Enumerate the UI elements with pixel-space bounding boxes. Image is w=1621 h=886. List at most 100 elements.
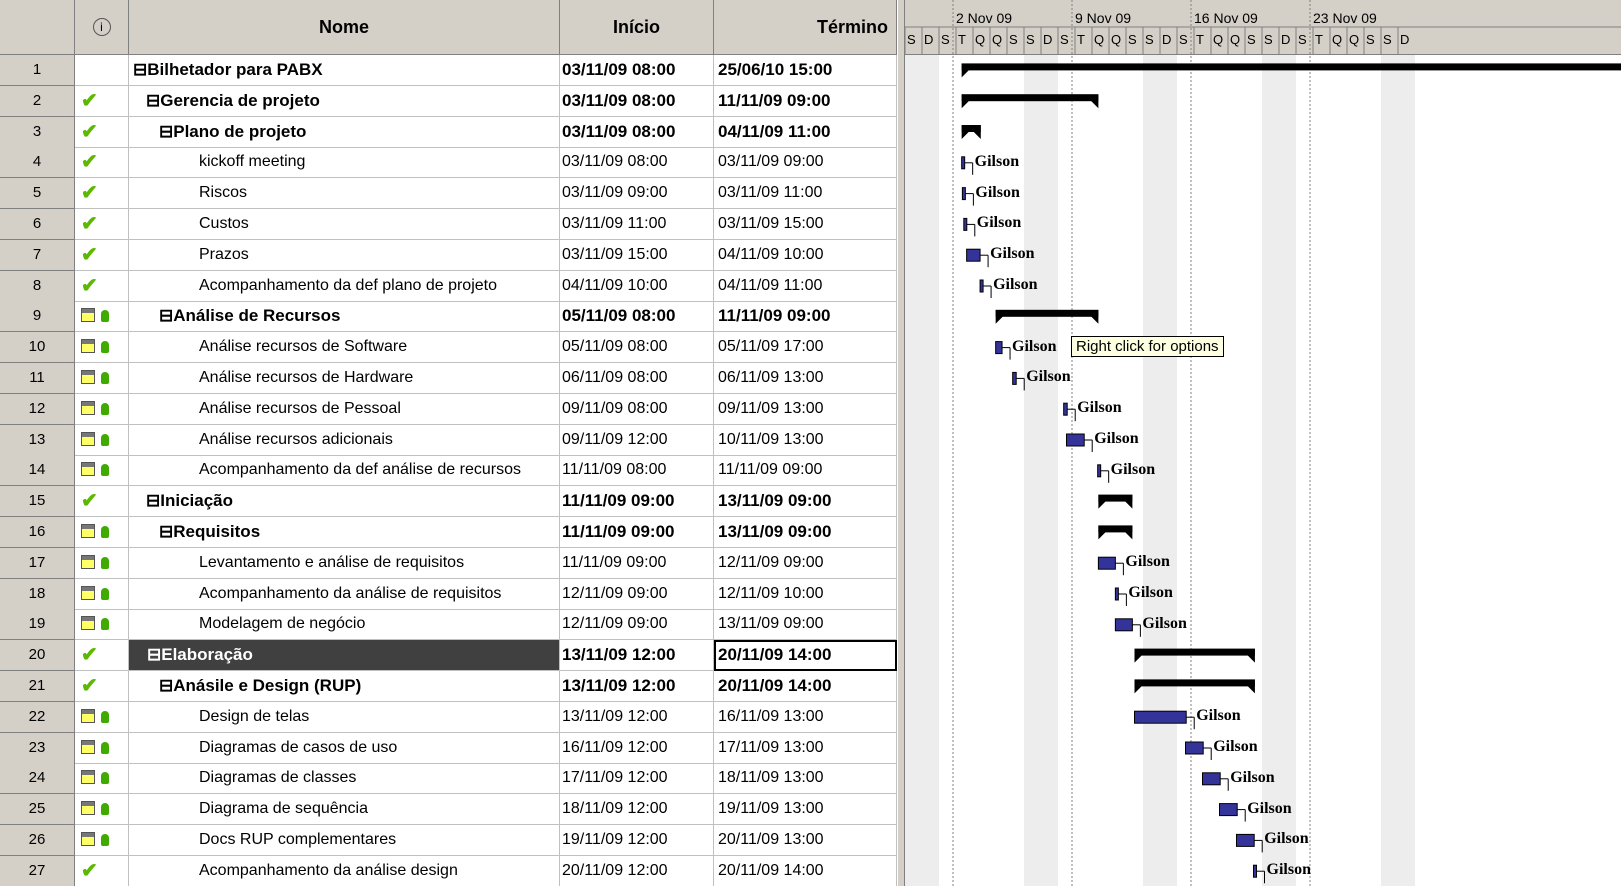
gantt-chart[interactable]: SDSTQQSSDSTQQSSDSTQQSSDSTQQSSD2 Nov 09 9 … [905, 0, 1621, 886]
task-name[interactable]: Riscos [129, 178, 560, 209]
task-end[interactable]: 10/11/09 13:00 [714, 425, 897, 456]
start-column-header[interactable]: Início [560, 0, 714, 55]
row-number[interactable]: 15 [0, 486, 75, 517]
table-row[interactable]: 17 Levantamento e análise de requisitos 11… [0, 548, 897, 579]
task-name[interactable]: ⊟Requisitos [129, 517, 560, 548]
task-end[interactable]: 13/11/09 09:00 [714, 609, 897, 640]
task-name[interactable]: Análise recursos de Hardware [129, 363, 560, 394]
task-name[interactable]: ⊟Análise de Recursos [129, 301, 560, 332]
row-number[interactable]: 20 [0, 640, 75, 671]
table-row[interactable]: 27 ✔ Acompanhamento da análise design 20/11… [0, 856, 897, 886]
task-end[interactable]: 20/11/09 14:00 [714, 640, 897, 671]
task-end[interactable]: 13/11/09 09:00 [714, 486, 897, 517]
end-column-header[interactable]: Término [714, 0, 897, 55]
task-name[interactable]: Análise recursos de Pessoal [129, 394, 560, 425]
task-name[interactable]: ⊟Elaboração [129, 640, 560, 671]
task-end[interactable]: 18/11/09 13:00 [714, 763, 897, 794]
task-end[interactable]: 06/11/09 13:00 [714, 363, 897, 394]
table-row[interactable]: 5 ✔ Riscos 03/11/09 09:00 03/11/09 11:00 [0, 178, 897, 209]
task-end[interactable]: 04/11/09 11:00 [714, 117, 897, 148]
task-name[interactable]: Acompanhamento da análise design [129, 856, 560, 886]
row-number-header[interactable] [0, 0, 75, 55]
task-name[interactable]: Design de telas [129, 702, 560, 733]
table-row[interactable]: 21 ✔ ⊟Anásile e Design (RUP) 13/11/09 12:00… [0, 671, 897, 702]
table-row[interactable]: 16 ⊟Requisitos 11/11/09 09:00 13/11/09 09:0… [0, 517, 897, 548]
table-row[interactable]: 18 Acompanhamento da análise de requisito… [0, 579, 897, 610]
task-end[interactable]: 04/11/09 11:00 [714, 271, 897, 302]
table-row[interactable]: 23 Diagramas de casos de uso 16/11/09 12:0… [0, 733, 897, 764]
task-end[interactable]: 20/11/09 13:00 [714, 825, 897, 856]
task-name[interactable]: Análise recursos de Software [129, 332, 560, 363]
row-number[interactable]: 3 [0, 117, 75, 148]
task-name[interactable]: Docs RUP complementares [129, 825, 560, 856]
task-start[interactable]: 19/11/09 12:00 [560, 825, 714, 856]
row-number[interactable]: 22 [0, 702, 75, 733]
task-start[interactable]: 03/11/09 08:00 [560, 86, 714, 117]
task-end[interactable]: 03/11/09 09:00 [714, 147, 897, 178]
table-row[interactable]: 1 ⊟Bilhetador para PABX 03/11/09 08:00 25/0… [0, 55, 897, 86]
task-name[interactable]: Diagramas de casos de uso [129, 733, 560, 764]
task-start[interactable]: 04/11/09 10:00 [560, 271, 714, 302]
task-end[interactable]: 16/11/09 13:00 [714, 702, 897, 733]
task-name[interactable]: Diagrama de sequência [129, 794, 560, 825]
task-start[interactable]: 03/11/09 09:00 [560, 178, 714, 209]
row-number[interactable]: 19 [0, 609, 75, 640]
task-end[interactable]: 25/06/10 15:00 [714, 55, 897, 86]
task-end[interactable]: 13/11/09 09:00 [714, 517, 897, 548]
row-number[interactable]: 17 [0, 548, 75, 579]
table-row[interactable]: 13 Análise recursos adicionais 09/11/09 12… [0, 425, 897, 456]
task-name[interactable]: Custos [129, 209, 560, 240]
task-start[interactable]: 17/11/09 12:00 [560, 763, 714, 794]
task-name[interactable]: Acompanhamento da análise de requisitos [129, 579, 560, 610]
row-number[interactable]: 27 [0, 856, 75, 886]
task-end[interactable]: 12/11/09 09:00 [714, 548, 897, 579]
task-name[interactable]: Acompanhamento da def plano de projeto [129, 271, 560, 302]
table-row[interactable]: 9 ⊟Análise de Recursos 05/11/09 08:00 11/11… [0, 301, 897, 332]
task-start[interactable]: 13/11/09 12:00 [560, 640, 714, 671]
row-number[interactable]: 6 [0, 209, 75, 240]
task-end[interactable]: 11/11/09 09:00 [714, 455, 897, 486]
task-start[interactable]: 11/11/09 08:00 [560, 455, 714, 486]
task-start[interactable]: 11/11/09 09:00 [560, 517, 714, 548]
task-end[interactable]: 20/11/09 14:00 [714, 856, 897, 886]
row-number[interactable]: 9 [0, 301, 75, 332]
table-row[interactable]: 4 ✔ kickoff meeting 03/11/09 08:00 03/11/09 … [0, 147, 897, 178]
task-name[interactable]: kickoff meeting [129, 147, 560, 178]
task-start[interactable]: 11/11/09 09:00 [560, 548, 714, 579]
task-name[interactable]: ⊟Iniciação [129, 486, 560, 517]
row-number[interactable]: 2 [0, 86, 75, 117]
row-number[interactable]: 1 [0, 55, 75, 86]
task-start[interactable]: 12/11/09 09:00 [560, 609, 714, 640]
task-end[interactable]: 04/11/09 10:00 [714, 240, 897, 271]
task-start[interactable]: 09/11/09 12:00 [560, 425, 714, 456]
task-start[interactable]: 03/11/09 08:00 [560, 147, 714, 178]
row-number[interactable]: 8 [0, 271, 75, 302]
task-end[interactable]: 12/11/09 10:00 [714, 579, 897, 610]
task-end[interactable]: 09/11/09 13:00 [714, 394, 897, 425]
row-number[interactable]: 14 [0, 455, 75, 486]
row-number[interactable]: 4 [0, 147, 75, 178]
task-name[interactable]: Acompanhamento da def análise de recurso… [129, 455, 560, 486]
table-row[interactable]: 26 Docs RUP complementares 19/11/09 12:00 2… [0, 825, 897, 856]
split-bar[interactable] [897, 0, 905, 886]
task-start[interactable]: 05/11/09 08:00 [560, 332, 714, 363]
task-name[interactable]: Levantamento e análise de requisitos [129, 548, 560, 579]
task-name[interactable]: ⊟Bilhetador para PABX [129, 55, 560, 86]
table-row[interactable]: 7 ✔ Prazos 03/11/09 15:00 04/11/09 10:00 [0, 240, 897, 271]
task-end[interactable]: 19/11/09 13:00 [714, 794, 897, 825]
task-name[interactable]: Análise recursos adicionais [129, 425, 560, 456]
task-start[interactable]: 03/11/09 15:00 [560, 240, 714, 271]
table-row[interactable]: 24 Diagramas de classes 17/11/09 12:00 18/1… [0, 763, 897, 794]
table-row[interactable]: 2 ✔ ⊟Gerencia de projeto 03/11/09 08:00 11/1… [0, 86, 897, 117]
task-start[interactable]: 18/11/09 12:00 [560, 794, 714, 825]
task-start[interactable]: 09/11/09 08:00 [560, 394, 714, 425]
task-end[interactable]: 11/11/09 09:00 [714, 86, 897, 117]
task-start[interactable]: 12/11/09 09:00 [560, 579, 714, 610]
row-number[interactable]: 16 [0, 517, 75, 548]
task-end[interactable]: 17/11/09 13:00 [714, 733, 897, 764]
row-number[interactable]: 13 [0, 425, 75, 456]
table-row[interactable]: 14 Acompanhamento da def análise de recur… [0, 455, 897, 486]
task-start[interactable]: 03/11/09 11:00 [560, 209, 714, 240]
row-number[interactable]: 23 [0, 733, 75, 764]
task-name[interactable]: ⊟Gerencia de projeto [129, 86, 560, 117]
